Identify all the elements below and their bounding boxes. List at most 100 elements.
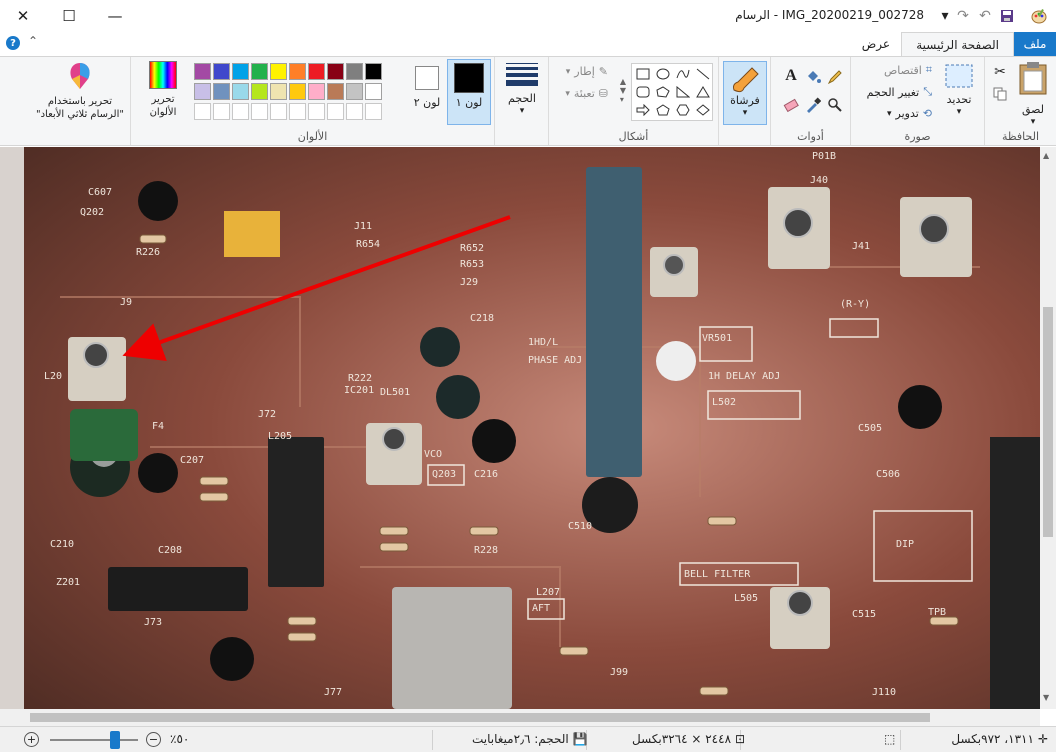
outline-button[interactable]: ✎ إطار ▾ xyxy=(566,65,608,78)
pcb-silkscreen-label: R222 xyxy=(348,373,373,384)
resize-label: تغيير الحجم xyxy=(866,85,920,99)
oval-shape-icon[interactable] xyxy=(654,66,672,82)
collapse-ribbon-icon[interactable]: ⌃ xyxy=(28,34,38,48)
palette-color-swatch[interactable] xyxy=(327,83,344,100)
vertical-scroll-thumb[interactable] xyxy=(1043,307,1053,537)
horizontal-scroll-thumb[interactable] xyxy=(30,713,930,722)
zoom-out-icon[interactable]: − xyxy=(146,732,161,747)
arrow-shape-icon[interactable] xyxy=(634,102,652,118)
cut-icon[interactable]: ✂ xyxy=(991,63,1009,81)
palette-color-swatch[interactable] xyxy=(365,63,382,80)
palette-color-swatch[interactable] xyxy=(365,83,382,100)
rotate-button[interactable]: ⟲ تدوير ▾ xyxy=(887,107,932,120)
zoom-slider-track[interactable] xyxy=(50,739,138,741)
palette-color-swatch[interactable] xyxy=(251,83,268,100)
scroll-up-icon[interactable]: ▲ xyxy=(1043,151,1049,160)
help-icon[interactable]: ? xyxy=(6,36,20,50)
custom-color-slot[interactable] xyxy=(346,103,363,120)
custom-color-slot[interactable] xyxy=(270,103,287,120)
magnifier-icon[interactable] xyxy=(825,95,845,115)
copy-icon[interactable] xyxy=(991,85,1009,103)
undo-icon[interactable]: ↶ xyxy=(976,7,994,25)
crop-label: اقتصاص xyxy=(883,63,922,77)
save-icon[interactable] xyxy=(998,7,1016,25)
palette-color-swatch[interactable] xyxy=(346,83,363,100)
brushes-button[interactable]: فرشاة ▾ xyxy=(723,61,767,125)
custom-color-slot[interactable] xyxy=(232,103,249,120)
curve-shape-icon[interactable] xyxy=(674,66,692,82)
palette-color-swatch[interactable] xyxy=(194,83,211,100)
zoom-in-icon[interactable]: + xyxy=(24,732,39,747)
ribbon: لصق ▾ ✂ الحافظة تحديد ▾ ⌗ اقتصاص ⤡ تغيير… xyxy=(0,56,1056,146)
line-shape-icon[interactable] xyxy=(694,66,712,82)
edit-colors-button[interactable]: تحرير الألوان xyxy=(143,61,183,119)
color2-button[interactable]: لون ٢ xyxy=(409,59,445,109)
palette-color-swatch[interactable] xyxy=(346,63,363,80)
vertical-scrollbar[interactable]: ▲ ▼ xyxy=(1040,147,1056,709)
pcb-silkscreen-label: BELL FILTER xyxy=(684,569,751,580)
palette-color-swatch[interactable] xyxy=(289,63,306,80)
rounded-rectangle-shape-icon[interactable] xyxy=(634,84,652,100)
polygon-shape-icon[interactable] xyxy=(654,84,672,100)
resize-button[interactable]: ⤡ تغيير الحجم xyxy=(867,85,932,99)
custom-color-slot[interactable] xyxy=(327,103,344,120)
triangle-shape-icon[interactable] xyxy=(694,84,712,100)
palette-color-swatch[interactable] xyxy=(232,83,249,100)
scroll-down-icon[interactable]: ▼ xyxy=(1043,693,1049,702)
palette-color-swatch[interactable] xyxy=(213,63,230,80)
custom-color-slot[interactable] xyxy=(308,103,325,120)
color-spectrum-icon xyxy=(149,61,177,89)
palette-color-swatch[interactable] xyxy=(270,83,287,100)
pencil-icon[interactable] xyxy=(825,67,845,87)
palette-color-swatch[interactable] xyxy=(194,63,211,80)
palette-color-swatch[interactable] xyxy=(270,63,287,80)
eraser-icon[interactable] xyxy=(781,95,801,115)
selection-size: ⬚ xyxy=(880,732,895,746)
maximize-button[interactable]: ☐ xyxy=(46,0,92,32)
custom-color-slot[interactable] xyxy=(251,103,268,120)
pcb-silkscreen-label: R226 xyxy=(136,247,161,258)
fill-bucket-icon[interactable] xyxy=(803,67,823,87)
diamond-shape-icon[interactable] xyxy=(694,102,712,118)
image-canvas[interactable]: C607 Q202 R226 J9 L20 F4 C207 C210 Z201 C208 J11 R6… xyxy=(0,147,1040,709)
shapes-scroll[interactable]: ▲ ▼ ▾ xyxy=(617,65,629,115)
horizontal-scrollbar[interactable] xyxy=(0,709,1040,726)
minimize-button[interactable]: — xyxy=(92,0,138,32)
fill-button[interactable]: ⛁ تعبئة ▾ xyxy=(565,87,608,100)
customize-quick-access-icon[interactable]: ▾ xyxy=(936,7,954,25)
palette-color-swatch[interactable] xyxy=(308,83,325,100)
palette-color-swatch[interactable] xyxy=(232,63,249,80)
image-group-label: صورة xyxy=(904,130,931,143)
pentagon-shape-icon[interactable] xyxy=(654,102,672,118)
hexagon-shape-icon[interactable] xyxy=(674,102,692,118)
paste-button[interactable]: لصق ▾ xyxy=(1013,61,1053,129)
zoom-slider-thumb[interactable] xyxy=(110,731,120,749)
custom-color-slot[interactable] xyxy=(194,103,211,120)
pcb-silkscreen-label: Q203 xyxy=(432,469,457,480)
select-button[interactable]: تحديد ▾ xyxy=(937,63,981,119)
size-group: الحجم ▾ xyxy=(494,57,548,145)
close-button[interactable]: ✕ xyxy=(0,0,46,32)
tab-file[interactable]: ملف xyxy=(1014,32,1056,56)
tab-home[interactable]: الصفحة الرئيسية xyxy=(901,32,1014,57)
color-picker-icon[interactable] xyxy=(803,95,823,115)
custom-color-slot[interactable] xyxy=(365,103,382,120)
text-tool-icon[interactable]: A xyxy=(781,65,801,87)
tab-view[interactable]: عرض xyxy=(848,32,904,56)
select-label: تحديد xyxy=(946,93,972,106)
color1-button[interactable]: لون ١ xyxy=(447,59,491,125)
rectangle-shape-icon[interactable] xyxy=(634,66,652,82)
color1-swatch xyxy=(454,63,484,93)
palette-color-swatch[interactable] xyxy=(308,63,325,80)
palette-color-swatch[interactable] xyxy=(289,83,306,100)
edit-with-paint3d-button[interactable]: تحرير باستخدام "الرسام ثلاثي الأبعاد" xyxy=(30,61,130,121)
custom-color-slot[interactable] xyxy=(213,103,230,120)
palette-color-swatch[interactable] xyxy=(251,63,268,80)
palette-color-swatch[interactable] xyxy=(213,83,230,100)
palette-color-swatch[interactable] xyxy=(327,63,344,80)
crop-button[interactable]: ⌗ اقتصاص xyxy=(884,63,932,77)
redo-icon[interactable]: ↷ xyxy=(954,7,972,25)
size-button[interactable]: الحجم ▾ xyxy=(500,61,544,118)
custom-color-slot[interactable] xyxy=(289,103,306,120)
right-triangle-shape-icon[interactable] xyxy=(674,84,692,100)
